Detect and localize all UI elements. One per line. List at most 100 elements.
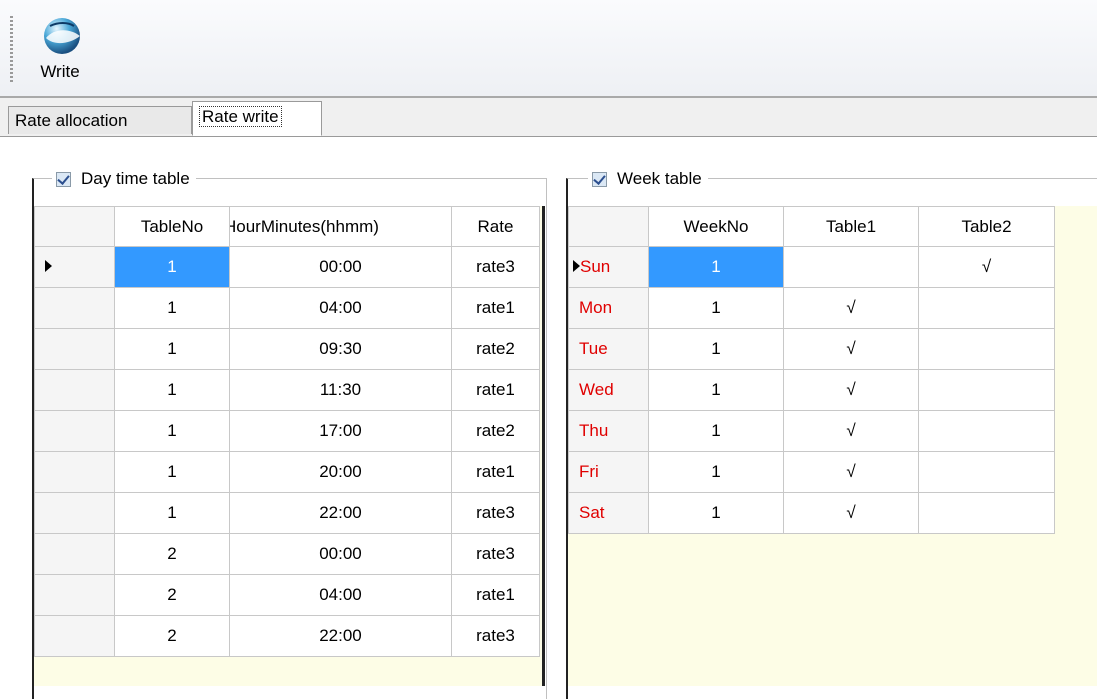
table-cell[interactable] <box>918 451 1055 493</box>
table-cell[interactable]: rate3 <box>451 533 540 575</box>
row-header[interactable] <box>34 615 115 657</box>
table-cell[interactable] <box>918 492 1055 534</box>
table-cell[interactable]: √ <box>918 246 1055 288</box>
day-table-checkbox[interactable] <box>56 171 71 187</box>
table-cell[interactable]: rate2 <box>451 410 540 452</box>
row-header[interactable] <box>34 492 115 534</box>
table-cell[interactable]: rate1 <box>451 369 540 411</box>
row-header-day[interactable]: Wed <box>568 369 649 411</box>
table-cell[interactable]: rate3 <box>451 246 540 288</box>
row-header[interactable] <box>34 246 115 288</box>
table-cell[interactable]: 04:00 <box>229 574 452 616</box>
table-row[interactable]: 1 04:00 rate1 <box>34 287 540 329</box>
table-cell[interactable]: 1 <box>114 451 230 493</box>
row-header[interactable] <box>34 369 115 411</box>
row-header-day[interactable]: Tue <box>568 328 649 370</box>
table-row[interactable]: Fri 1 √ <box>568 451 1055 493</box>
table-cell[interactable]: 2 <box>114 574 230 616</box>
table-cell[interactable]: 1 <box>114 492 230 534</box>
column-header[interactable]: Table1 <box>783 206 919 247</box>
table-cell[interactable]: 1 <box>114 287 230 329</box>
tab-label: Rate write <box>199 106 282 127</box>
table-row[interactable]: 1 20:00 rate1 <box>34 451 540 493</box>
table-cell[interactable]: 2 <box>114 615 230 657</box>
column-header[interactable]: Rate <box>451 206 540 247</box>
table-cell[interactable]: 11:30 <box>229 369 452 411</box>
table-cell[interactable]: 1 <box>648 246 784 288</box>
table-cell[interactable]: 1 <box>114 328 230 370</box>
table-row[interactable]: 2 00:00 rate3 <box>34 533 540 575</box>
row-header[interactable] <box>34 574 115 616</box>
table-row[interactable]: Sat 1 √ <box>568 492 1055 534</box>
table-cell[interactable]: 1 <box>648 492 784 534</box>
table-cell[interactable]: √ <box>783 369 919 411</box>
table-cell[interactable]: 1 <box>114 246 230 288</box>
column-header[interactable]: WeekNo <box>648 206 784 247</box>
table-row[interactable]: Thu 1 √ <box>568 410 1055 452</box>
table-cell[interactable]: 04:00 <box>229 287 452 329</box>
column-header[interactable]: Table2 <box>918 206 1055 247</box>
toolbar: Write <box>0 0 1097 98</box>
table-row[interactable]: 1 22:00 rate3 <box>34 492 540 534</box>
table-cell[interactable]: √ <box>783 287 919 329</box>
table-cell[interactable]: 00:00 <box>229 246 452 288</box>
table-cell[interactable] <box>918 369 1055 411</box>
tab-rate-allocation[interactable]: Rate allocation <box>8 106 192 134</box>
table-row[interactable]: Sun 1 √ <box>568 246 1055 288</box>
table-cell[interactable]: 1 <box>114 410 230 452</box>
table-cell[interactable]: rate1 <box>451 574 540 616</box>
table-cell[interactable] <box>918 410 1055 452</box>
table-row[interactable]: Wed 1 √ <box>568 369 1055 411</box>
table-cell[interactable]: 22:00 <box>229 615 452 657</box>
table-cell[interactable]: rate1 <box>451 451 540 493</box>
table-cell[interactable] <box>918 328 1055 370</box>
table-row[interactable]: 2 22:00 rate3 <box>34 615 540 657</box>
table-row[interactable]: 1 09:30 rate2 <box>34 328 540 370</box>
row-header-day[interactable]: Thu <box>568 410 649 452</box>
table-cell[interactable]: 1 <box>648 410 784 452</box>
week-table-checkbox[interactable] <box>592 171 607 187</box>
table-row[interactable]: 1 11:30 rate1 <box>34 369 540 411</box>
row-header-day[interactable]: Sat <box>568 492 649 534</box>
table-cell[interactable]: 1 <box>648 451 784 493</box>
column-header[interactable]: HourMinutes(hhmm) <box>229 206 452 247</box>
table-cell[interactable]: 1 <box>648 287 784 329</box>
row-header-day[interactable]: Mon <box>568 287 649 329</box>
table-cell[interactable]: √ <box>783 328 919 370</box>
table-row[interactable]: 1 00:00 rate3 <box>34 246 540 288</box>
table-cell[interactable] <box>783 246 919 288</box>
row-header[interactable] <box>34 287 115 329</box>
table-cell[interactable]: rate3 <box>451 492 540 534</box>
row-header-day[interactable]: Sun <box>568 246 649 288</box>
table-row[interactable]: Tue 1 √ <box>568 328 1055 370</box>
table-cell[interactable]: 20:00 <box>229 451 452 493</box>
table-cell[interactable]: √ <box>783 410 919 452</box>
table-cell[interactable]: 09:30 <box>229 328 452 370</box>
table-cell[interactable]: 1 <box>648 369 784 411</box>
table-cell[interactable]: 1 <box>648 328 784 370</box>
table-row[interactable]: 1 17:00 rate2 <box>34 410 540 452</box>
row-header[interactable] <box>34 328 115 370</box>
current-row-arrow-icon <box>45 260 52 272</box>
table-cell[interactable]: 2 <box>114 533 230 575</box>
toolbar-grip[interactable] <box>10 16 13 82</box>
table-cell[interactable]: 22:00 <box>229 492 452 534</box>
table-cell[interactable]: rate3 <box>451 615 540 657</box>
table-cell[interactable]: rate1 <box>451 287 540 329</box>
table-row[interactable]: 2 04:00 rate1 <box>34 574 540 616</box>
write-button[interactable]: Write <box>24 10 96 88</box>
row-header[interactable] <box>34 410 115 452</box>
table-cell[interactable]: 1 <box>114 369 230 411</box>
column-header[interactable]: TableNo <box>114 206 230 247</box>
table-cell[interactable]: √ <box>783 492 919 534</box>
row-header[interactable] <box>34 451 115 493</box>
table-cell[interactable]: 17:00 <box>229 410 452 452</box>
table-cell[interactable]: rate2 <box>451 328 540 370</box>
tab-rate-write[interactable]: Rate write <box>192 101 322 136</box>
table-cell[interactable]: √ <box>783 451 919 493</box>
row-header-day[interactable]: Fri <box>568 451 649 493</box>
table-cell[interactable] <box>918 287 1055 329</box>
table-row[interactable]: Mon 1 √ <box>568 287 1055 329</box>
row-header[interactable] <box>34 533 115 575</box>
table-cell[interactable]: 00:00 <box>229 533 452 575</box>
